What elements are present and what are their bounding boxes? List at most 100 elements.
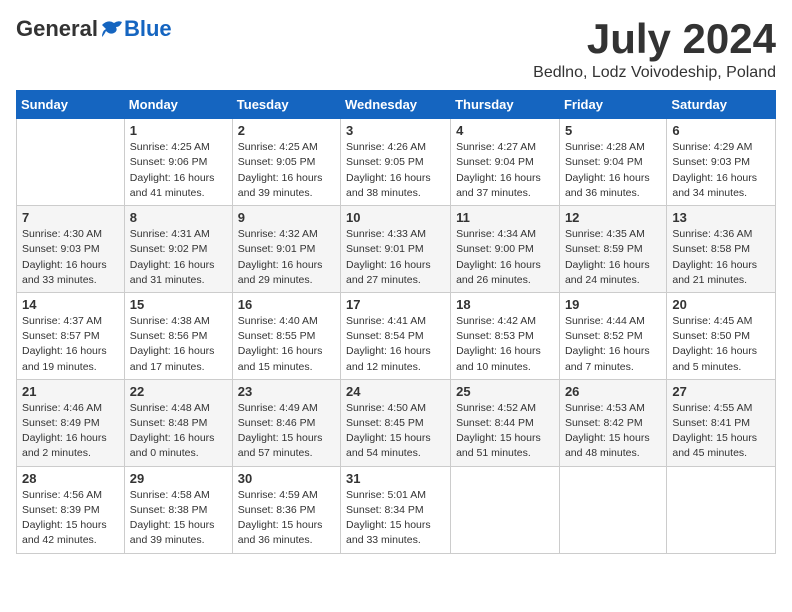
calendar-cell: 9 Sunrise: 4:32 AM Sunset: 9:01 PM Daylig… — [232, 206, 340, 293]
calendar-cell: 25 Sunrise: 4:52 AM Sunset: 8:44 PM Dayli… — [451, 379, 560, 466]
day-info: Sunrise: 4:34 AM Sunset: 9:00 PM Dayligh… — [456, 227, 554, 288]
day-number: 2 — [238, 123, 335, 138]
calendar-cell: 11 Sunrise: 4:34 AM Sunset: 9:00 PM Dayli… — [451, 206, 560, 293]
calendar-cell — [451, 466, 560, 553]
day-number: 27 — [672, 384, 770, 399]
day-number: 31 — [346, 471, 445, 486]
calendar-cell: 26Sunrise: 4:53 AM Sunset: 8:42 PM Dayli… — [559, 379, 666, 466]
calendar-cell: 4 Sunrise: 4:27 AM Sunset: 9:04 PM Daylig… — [451, 119, 560, 206]
day-info: Sunrise: 4:50 AM Sunset: 8:45 PM Dayligh… — [346, 401, 445, 462]
day-number: 1 — [130, 123, 227, 138]
day-number: 25 — [456, 384, 554, 399]
day-info: Sunrise: 4:38 AM Sunset: 8:56 PM Dayligh… — [130, 314, 227, 375]
weekday-header-monday: Monday — [124, 91, 232, 119]
day-number: 3 — [346, 123, 445, 138]
weekday-header-friday: Friday — [559, 91, 666, 119]
day-info: Sunrise: 4:25 AM Sunset: 9:06 PM Dayligh… — [130, 140, 227, 201]
calendar-cell: 31 Sunrise: 5:01 AM Sunset: 8:34 PM Dayli… — [341, 466, 451, 553]
day-info: Sunrise: 4:55 AM Sunset: 8:41 PM Dayligh… — [672, 401, 770, 462]
logo: General Blue — [16, 16, 172, 42]
day-number: 4 — [456, 123, 554, 138]
day-info: Sunrise: 4:46 AM Sunset: 8:49 PM Dayligh… — [22, 401, 119, 462]
calendar-cell: 6 Sunrise: 4:29 AM Sunset: 9:03 PM Daylig… — [667, 119, 776, 206]
day-number: 18 — [456, 297, 554, 312]
day-info: Sunrise: 4:27 AM Sunset: 9:04 PM Dayligh… — [456, 140, 554, 201]
day-info: Sunrise: 4:31 AM Sunset: 9:02 PM Dayligh… — [130, 227, 227, 288]
logo-bird-icon — [100, 17, 124, 41]
day-info: Sunrise: 4:45 AM Sunset: 8:50 PM Dayligh… — [672, 314, 770, 375]
day-number: 26 — [565, 384, 661, 399]
day-number: 20 — [672, 297, 770, 312]
day-number: 29 — [130, 471, 227, 486]
day-info: Sunrise: 4:41 AM Sunset: 8:54 PM Dayligh… — [346, 314, 445, 375]
calendar-cell: 3 Sunrise: 4:26 AM Sunset: 9:05 PM Daylig… — [341, 119, 451, 206]
day-info: Sunrise: 4:40 AM Sunset: 8:55 PM Dayligh… — [238, 314, 335, 375]
day-info: Sunrise: 4:58 AM Sunset: 8:38 PM Dayligh… — [130, 488, 227, 549]
calendar-cell: 21 Sunrise: 4:46 AM Sunset: 8:49 PM Dayli… — [17, 379, 125, 466]
day-number: 13 — [672, 210, 770, 225]
calendar-cell: 18 Sunrise: 4:42 AM Sunset: 8:53 PM Dayli… — [451, 292, 560, 379]
calendar-cell: 27 Sunrise: 4:55 AM Sunset: 8:41 PM Dayli… — [667, 379, 776, 466]
day-number: 14 — [22, 297, 119, 312]
day-info: Sunrise: 4:28 AM Sunset: 9:04 PM Dayligh… — [565, 140, 661, 201]
calendar-cell: 24Sunrise: 4:50 AM Sunset: 8:45 PM Dayli… — [341, 379, 451, 466]
day-number: 12 — [565, 210, 661, 225]
day-number: 15 — [130, 297, 227, 312]
day-number: 10 — [346, 210, 445, 225]
calendar-cell: 20 Sunrise: 4:45 AM Sunset: 8:50 PM Dayli… — [667, 292, 776, 379]
calendar-cell — [17, 119, 125, 206]
page-header: General Blue July 2024 Bedlno, Lodz Voiv… — [16, 16, 776, 82]
day-info: Sunrise: 4:56 AM Sunset: 8:39 PM Dayligh… — [22, 488, 119, 549]
day-info: Sunrise: 4:30 AM Sunset: 9:03 PM Dayligh… — [22, 227, 119, 288]
day-info: Sunrise: 4:29 AM Sunset: 9:03 PM Dayligh… — [672, 140, 770, 201]
weekday-header-tuesday: Tuesday — [232, 91, 340, 119]
day-number: 19 — [565, 297, 661, 312]
calendar-cell: 23Sunrise: 4:49 AM Sunset: 8:46 PM Dayli… — [232, 379, 340, 466]
day-number: 9 — [238, 210, 335, 225]
calendar-cell: 12 Sunrise: 4:35 AM Sunset: 8:59 PM Dayli… — [559, 206, 666, 293]
weekday-header-saturday: Saturday — [667, 91, 776, 119]
calendar-cell: 14 Sunrise: 4:37 AM Sunset: 8:57 PM Dayli… — [17, 292, 125, 379]
calendar-cell: 1 Sunrise: 4:25 AM Sunset: 9:06 PM Daylig… — [124, 119, 232, 206]
calendar-cell: 16 Sunrise: 4:40 AM Sunset: 8:55 PM Dayli… — [232, 292, 340, 379]
calendar-cell: 10 Sunrise: 4:33 AM Sunset: 9:01 PM Dayli… — [341, 206, 451, 293]
month-title: July 2024 — [533, 16, 776, 62]
day-info: Sunrise: 4:36 AM Sunset: 8:58 PM Dayligh… — [672, 227, 770, 288]
day-number: 22 — [130, 384, 227, 399]
day-info: Sunrise: 4:26 AM Sunset: 9:05 PM Dayligh… — [346, 140, 445, 201]
logo-general-text: General — [16, 16, 98, 42]
day-info: Sunrise: 4:35 AM Sunset: 8:59 PM Dayligh… — [565, 227, 661, 288]
day-info: Sunrise: 4:32 AM Sunset: 9:01 PM Dayligh… — [238, 227, 335, 288]
calendar-week-row: 21 Sunrise: 4:46 AM Sunset: 8:49 PM Dayli… — [17, 379, 776, 466]
calendar-cell: 7Sunrise: 4:30 AM Sunset: 9:03 PM Daylig… — [17, 206, 125, 293]
day-number: 11 — [456, 210, 554, 225]
day-info: Sunrise: 4:25 AM Sunset: 9:05 PM Dayligh… — [238, 140, 335, 201]
calendar-week-row: 7Sunrise: 4:30 AM Sunset: 9:03 PM Daylig… — [17, 206, 776, 293]
calendar-cell: 13 Sunrise: 4:36 AM Sunset: 8:58 PM Dayli… — [667, 206, 776, 293]
day-number: 16 — [238, 297, 335, 312]
day-info: Sunrise: 4:59 AM Sunset: 8:36 PM Dayligh… — [238, 488, 335, 549]
weekday-header-row: SundayMondayTuesdayWednesdayThursdayFrid… — [17, 91, 776, 119]
day-number: 5 — [565, 123, 661, 138]
day-info: Sunrise: 4:37 AM Sunset: 8:57 PM Dayligh… — [22, 314, 119, 375]
day-number: 6 — [672, 123, 770, 138]
day-info: Sunrise: 5:01 AM Sunset: 8:34 PM Dayligh… — [346, 488, 445, 549]
calendar-cell: 8Sunrise: 4:31 AM Sunset: 9:02 PM Daylig… — [124, 206, 232, 293]
calendar-cell: 30Sunrise: 4:59 AM Sunset: 8:36 PM Dayli… — [232, 466, 340, 553]
calendar-cell — [559, 466, 666, 553]
day-info: Sunrise: 4:42 AM Sunset: 8:53 PM Dayligh… — [456, 314, 554, 375]
location-title: Bedlno, Lodz Voivodeship, Poland — [533, 64, 776, 82]
weekday-header-thursday: Thursday — [451, 91, 560, 119]
weekday-header-wednesday: Wednesday — [341, 91, 451, 119]
calendar-cell — [667, 466, 776, 553]
day-info: Sunrise: 4:52 AM Sunset: 8:44 PM Dayligh… — [456, 401, 554, 462]
logo-blue-text: Blue — [124, 16, 172, 42]
day-info: Sunrise: 4:44 AM Sunset: 8:52 PM Dayligh… — [565, 314, 661, 375]
calendar-week-row: 14 Sunrise: 4:37 AM Sunset: 8:57 PM Dayli… — [17, 292, 776, 379]
day-number: 21 — [22, 384, 119, 399]
day-number: 28 — [22, 471, 119, 486]
calendar-cell: 29 Sunrise: 4:58 AM Sunset: 8:38 PM Dayli… — [124, 466, 232, 553]
calendar-cell: 28 Sunrise: 4:56 AM Sunset: 8:39 PM Dayli… — [17, 466, 125, 553]
day-info: Sunrise: 4:33 AM Sunset: 9:01 PM Dayligh… — [346, 227, 445, 288]
calendar-week-row: 1 Sunrise: 4:25 AM Sunset: 9:06 PM Daylig… — [17, 119, 776, 206]
